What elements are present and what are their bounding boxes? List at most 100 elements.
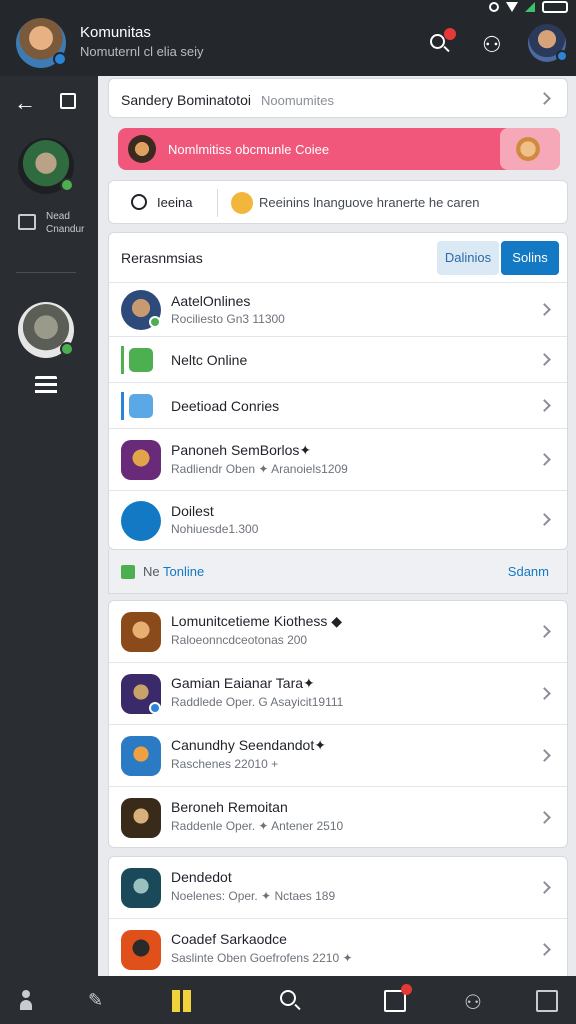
game-icon	[121, 868, 161, 908]
notification-badge	[401, 984, 412, 995]
search-label: Sandery Bominatotoi	[121, 92, 251, 108]
item-title: AatelOnlines	[171, 293, 251, 309]
item-subtitle: Raddenle Oper. ✦ Antener 2510	[171, 819, 344, 833]
chat-icon	[129, 394, 153, 418]
account-avatar[interactable]	[528, 24, 568, 62]
menu-icon[interactable]	[536, 990, 558, 1012]
status-card[interactable]: Ieeina Reeinins lnanguove hranerte he ca…	[108, 180, 568, 224]
verified-badge-icon	[149, 702, 161, 714]
list-item[interactable]: Doilest Nohiuesde1.300	[109, 491, 567, 551]
online-footer: Ne Tonline Sdanm	[108, 550, 568, 594]
contacts-icon[interactable]: ⚇	[482, 32, 502, 58]
search-placeholder: Noomumites	[261, 93, 334, 108]
app-header: Komunitas Nomuternl cl elia seiy ⚇	[0, 14, 576, 76]
item-subtitle: Radliendr Oben ✦ Aranoiels1209	[171, 462, 348, 476]
list-title: Rerasnmsias	[121, 250, 203, 266]
item-title: Gamian Eaianar Tara✦	[171, 675, 315, 691]
signal-icon	[525, 2, 535, 12]
online-label-highlight: Tonline	[163, 564, 205, 579]
verified-badge-icon	[556, 50, 568, 62]
item-subtitle: Rociliesto Gn3 11300	[171, 312, 285, 326]
list-item[interactable]: Beroneh Remoitan Raddenle Oper. ✦ Antene…	[109, 787, 567, 849]
inbox-icon[interactable]	[384, 984, 412, 1012]
fullscreen-icon[interactable]	[18, 214, 36, 230]
wifi-icon	[506, 2, 518, 12]
item-title: Lomunitcetieme Kiothess ◆	[171, 613, 343, 629]
game-icon	[121, 736, 161, 776]
header-subtitle: Nomuternl cl elia seiy	[80, 44, 204, 59]
banner-avatar	[128, 135, 156, 163]
status-bar	[0, 0, 576, 14]
sidebar: ← Nead Cnandur	[0, 76, 98, 976]
search-button[interactable]	[430, 28, 456, 54]
back-arrow-icon[interactable]: ←	[14, 90, 36, 116]
sidebar-avatar-wolf[interactable]	[18, 302, 74, 358]
community-icon[interactable]: ⚇	[464, 990, 486, 1014]
profile-avatar[interactable]	[16, 18, 67, 68]
sidebar-divider	[16, 272, 76, 273]
chevron-right-icon	[538, 92, 551, 105]
sidebar-label-1: Nead	[46, 211, 70, 222]
list-item[interactable]: Canundhy Seendandot✦ Raschenes 22010 +	[109, 725, 567, 787]
mail-icon	[121, 501, 161, 541]
pen-icon[interactable]: ✎	[88, 990, 110, 1012]
grid-icon[interactable]	[172, 990, 194, 1012]
status-icons	[489, 0, 568, 14]
banner-side	[500, 128, 560, 170]
sidebar-label-2: Cnandur	[46, 224, 85, 235]
list-icon[interactable]	[35, 376, 57, 396]
online-label: Ne Tonline	[143, 564, 205, 579]
profile-icon[interactable]	[16, 990, 38, 1012]
item-title: Doilest	[171, 503, 214, 519]
item-title: Coadef Sarkaodce	[171, 931, 287, 947]
online-badge	[60, 178, 74, 192]
verified-badge-icon	[53, 52, 67, 66]
tab-online[interactable]: Dalinios	[437, 241, 499, 275]
game-icon	[121, 612, 161, 652]
item-subtitle: Raloeonncdceotonas 200	[171, 633, 308, 647]
list-header: Rerasnmsias Dalinios Solins	[109, 233, 567, 283]
new-window-icon[interactable]	[60, 93, 76, 109]
list-item[interactable]: Deetioad Conries	[109, 383, 567, 429]
chevron-right-icon	[538, 811, 551, 824]
item-title: Panoneh SemBorlos✦	[171, 442, 312, 458]
item-title: Beroneh Remoitan	[171, 799, 288, 815]
list-item[interactable]: Panoneh SemBorlos✦ Radliendr Oben ✦ Aran…	[109, 429, 567, 491]
sidebar-avatar-elf[interactable]	[18, 138, 74, 194]
search-nav-button[interactable]	[280, 990, 302, 1012]
footer-action-link[interactable]: Sdanm	[508, 564, 549, 579]
list-item[interactable]: Coadef Sarkaodce Saslinte Oben Goefrofen…	[109, 919, 567, 976]
chevron-right-icon	[538, 625, 551, 638]
battery-icon	[542, 1, 568, 13]
main-content: Sandery Bominatotoi Noomumites Nomlmitis…	[98, 76, 576, 976]
banner-text: Nomlmitiss obcmunle Coiee	[168, 142, 330, 157]
online-square-icon	[121, 565, 135, 579]
promo-banner[interactable]: Nomlmitiss obcmunle Coiee	[118, 128, 560, 170]
status-message: Reeinins lnanguove hranerte he caren	[259, 195, 480, 210]
notification-badge	[444, 28, 456, 40]
status-divider	[217, 189, 218, 217]
item-subtitle: Saslinte Oben Goefrofens 2210 ✦	[171, 951, 353, 965]
item-subtitle: Raschenes 22010 +	[171, 757, 279, 771]
chevron-right-icon	[538, 943, 551, 956]
online-badge	[149, 316, 161, 328]
chevron-right-icon	[538, 687, 551, 700]
chevron-right-icon	[538, 399, 551, 412]
list-item[interactable]: Neltc Online	[109, 337, 567, 383]
list-item[interactable]: Lomunitcetieme Kiothess ◆ Raloeonncdceot…	[109, 601, 567, 663]
search-icon	[280, 990, 296, 1006]
chevron-right-icon	[538, 353, 551, 366]
banner-face	[516, 137, 540, 161]
status-label: Ieeina	[157, 195, 193, 210]
chevron-right-icon	[538, 303, 551, 316]
list-item[interactable]: AatelOnlines Rociliesto Gn3 11300	[109, 283, 567, 337]
item-title: Deetioad Conries	[171, 398, 280, 414]
list-item[interactable]: Dendedot Noelenes: Oper. ✦ Nctaes 189	[109, 857, 567, 919]
search-card[interactable]: Sandery Bominatotoi Noomumites	[108, 78, 568, 118]
tab-all[interactable]: Solins	[501, 241, 559, 275]
games-list-card-2: Dendedot Noelenes: Oper. ✦ Nctaes 189 Co…	[108, 856, 568, 976]
item-title: Neltc Online	[171, 352, 248, 368]
item-subtitle: Nohiuesde1.300	[171, 522, 259, 536]
game-icon	[121, 798, 161, 838]
list-item[interactable]: Gamian Eaianar Tara✦ Raddlede Oper. G As…	[109, 663, 567, 725]
